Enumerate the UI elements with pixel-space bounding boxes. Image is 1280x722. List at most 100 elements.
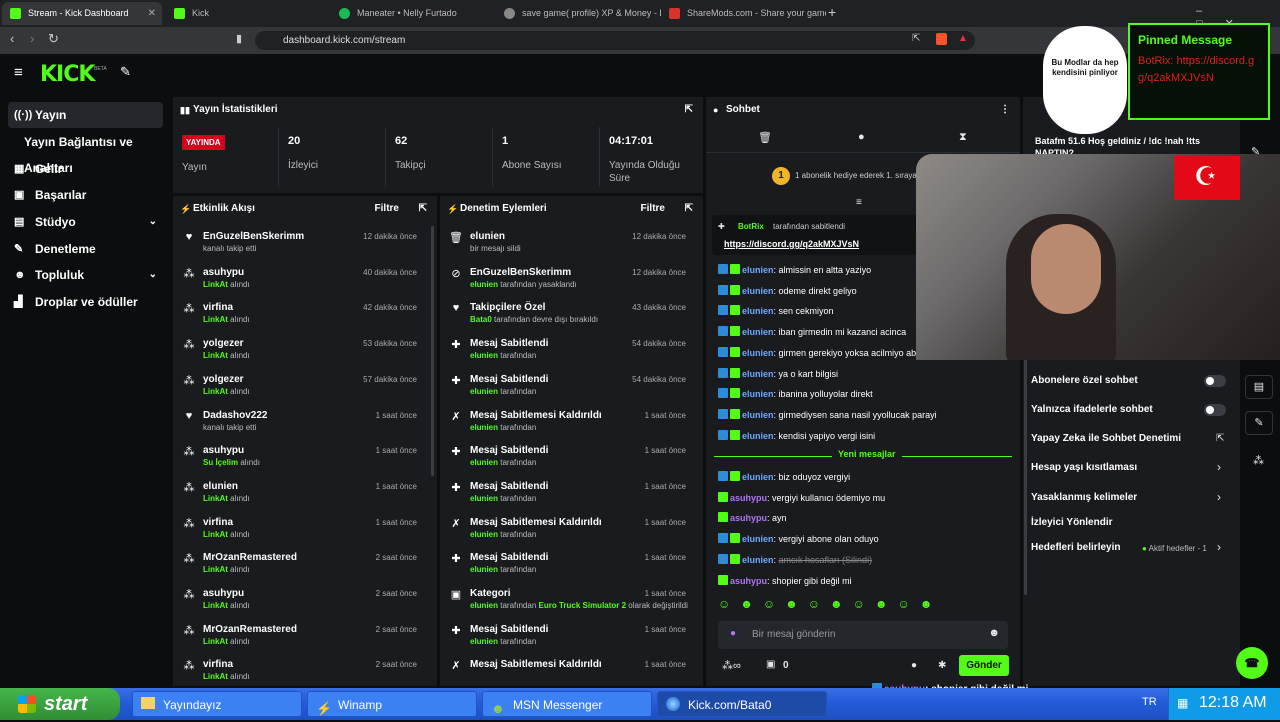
list-item[interactable]: ⁂ elunien LinkAt alındı 1 saat önce (173, 477, 429, 513)
popout-icon[interactable]: ⇱ (685, 196, 693, 222)
list-item[interactable]: ⁂ asuhypu LinkAt alındı 40 dakika önce (173, 263, 429, 299)
bookmark-icon[interactable]: ▮ (236, 32, 242, 45)
list-item[interactable]: ✚ Mesaj Sabitlendi elunien tarafından 1 saa… (440, 620, 698, 656)
tab-kick-dashboard[interactable]: Stream - Kick Dashboard ✕ (2, 2, 162, 25)
tab-kick[interactable]: Kick (166, 2, 331, 25)
collapse-icon[interactable]: ≡ (856, 197, 862, 208)
emoji-icon[interactable]: ☻ (988, 627, 1000, 639)
send-button[interactable]: Gönder (959, 655, 1009, 676)
more-icon[interactable]: ⋮ (1000, 97, 1010, 123)
close-tab-icon[interactable]: ✕ (148, 2, 156, 25)
new-tab-icon[interactable]: + (828, 4, 836, 20)
chat-message[interactable]: elunien: almissin en altta yaziyo (718, 260, 871, 280)
list-item[interactable]: ⁂ asuhypu LinkAt alındı 2 saat önce (173, 584, 429, 620)
chat-username[interactable]: elunien (742, 348, 774, 358)
list-item[interactable]: ✗ Mesaj Sabitlemesi Kaldırıldı 1 saat önce (440, 655, 698, 686)
wrench-icon[interactable]: ✎ (1245, 411, 1273, 435)
taskbar-item-msn[interactable]: ☻ MSN Messenger (482, 691, 652, 717)
list-item[interactable]: ⁂ yolgezer LinkAt alındı 53 dakika önce (173, 334, 429, 370)
external-link-icon[interactable]: ⇱ (1216, 433, 1224, 444)
sidebar-item-basarilar[interactable]: ▣ Başarılar (8, 182, 163, 208)
list-item[interactable]: ✗ Mesaj Sabitlemesi Kaldırıldı elunien tar… (440, 513, 698, 549)
list-item[interactable]: ✚ Mesaj Sabitlendi elunien tarafından 1 saa… (440, 441, 698, 477)
brave-shield-icon[interactable] (936, 33, 947, 45)
hourglass-icon[interactable]: ⧗ (959, 131, 967, 144)
chat-username[interactable]: elunien (742, 265, 774, 275)
list-item[interactable]: ⁂ yolgezer LinkAt alındı 57 dakika önce (173, 370, 429, 406)
chat-bubble-icon[interactable]: ● (858, 131, 865, 143)
chat-username[interactable]: elunien (742, 306, 774, 316)
chat-message[interactable]: elunien: iban girmedin mi kazanci acinca (718, 322, 906, 342)
chat-message[interactable]: elunien: kendisi yapiyo vergi isini (718, 426, 875, 446)
sidebar-item-yayin[interactable]: ((·)) Yayın (8, 102, 163, 128)
list-item[interactable]: ⁂ MrOzanRemastered LinkAt alındı 2 saat önc… (173, 620, 429, 656)
sidebar-item-topluluk[interactable]: ☻ Topluluk ⌄ (8, 262, 163, 288)
sidebar-item-droplar[interactable]: ▟ Droplar ve ödüller (8, 289, 163, 315)
chat-message[interactable]: elunien: odeme direkt geliyo (718, 281, 857, 301)
chat-message[interactable]: elunien: ya o kart bilgisi (718, 364, 838, 384)
chat-message[interactable]: elunien: amcık hosafları (Silindi) (718, 550, 872, 570)
chat-username[interactable]: elunien (742, 286, 774, 296)
list-item[interactable]: ✚ Mesaj Sabitlendi elunien tarafından 1 saa… (440, 477, 698, 513)
list-item[interactable]: ⁂ MrOzanRemastered LinkAt alındı 2 saat önc… (173, 548, 429, 584)
back-icon[interactable]: ‹ (10, 31, 14, 46)
list-item[interactable]: ♥ Takipçilere Özel Bata0 tarafından devre … (440, 298, 698, 334)
pinned-link[interactable]: https://discord.gg/q2akMXJVsN (724, 239, 859, 249)
new-messages-divider[interactable]: Yeni mesajlar (714, 449, 1012, 463)
filter-button[interactable]: Filtre (641, 196, 665, 222)
scrollbar[interactable] (431, 226, 434, 476)
chat-message[interactable]: asuhypu: ayn (718, 508, 787, 528)
mic-icon[interactable]: ● (730, 628, 736, 639)
chat-message[interactable]: elunien: ibanina yolluyolar direkt (718, 384, 873, 404)
popout-icon[interactable]: ⇱ (419, 196, 427, 222)
taskbar-item-yayindayiz[interactable]: Yayındayız (132, 691, 302, 717)
network-icon[interactable]: ▦ (1177, 696, 1188, 710)
chat-username[interactable]: elunien (742, 431, 774, 441)
chat-username[interactable]: asuhypu (730, 513, 767, 523)
chat-username[interactable]: asuhypu (730, 576, 767, 586)
chat-message[interactable]: asuhypu: vergiyi kullanıcı ödemiyo mu (718, 488, 885, 508)
setting-account-age[interactable]: Hesap yaşı kısıtlaması (1031, 458, 1137, 478)
filter-button[interactable]: Filtre (375, 196, 399, 222)
chat-message[interactable]: asuhypu: shopier gibi değil mi (718, 571, 852, 591)
gear-icon[interactable]: ✱ (938, 660, 946, 671)
forward-icon[interactable]: › (30, 31, 34, 46)
tab-spotify[interactable]: Maneater • Nelly Furtado (331, 2, 496, 25)
chat-message[interactable]: elunien: girmediysen sana nasil yyolluca… (718, 405, 937, 425)
language-indicator[interactable]: TR (1142, 696, 1157, 708)
chevron-right-icon[interactable]: › (1217, 460, 1221, 474)
list-item[interactable]: ⁂ virfina LinkAt alındı 2 saat önce (173, 655, 429, 686)
chat-message[interactable]: elunien: biz oduyoz vergiyi (718, 467, 850, 487)
list-item[interactable]: 🗑 elunien bir mesajı sildi 12 dakika önce (440, 227, 698, 263)
help-icon[interactable]: ☎ (1236, 647, 1268, 679)
chat-username[interactable]: elunien (742, 389, 774, 399)
tab-save-game[interactable]: save game( profile) XP & Money - ET (496, 2, 661, 25)
chat-username[interactable]: elunien (742, 472, 774, 482)
list-item[interactable]: ✚ Mesaj Sabitlendi elunien tarafından 1 saa… (440, 548, 698, 584)
sidebar-item-stream-key[interactable]: Yayın Bağlantısı ve Anahtarı (8, 129, 173, 175)
menu-icon[interactable]: ≡ (14, 64, 23, 81)
chat-input-box[interactable]: ● Bir mesaj gönderin ☻ (718, 621, 1008, 649)
list-item[interactable]: ✚ Mesaj Sabitlendi elunien tarafından 54 da… (440, 334, 698, 370)
chat-username[interactable]: elunien (742, 327, 774, 337)
list-item[interactable]: ♥ Dadashov222 kanalı takip etti 1 saat önce (173, 406, 429, 442)
subscribers-only-toggle[interactable] (1204, 375, 1226, 387)
setting-ai-moderation[interactable]: Yapay Zeka ile Sohbet Denetimi (1031, 429, 1181, 449)
emote-bar[interactable]: ☺☻☺☻☺☻☺☻☺☻ (718, 597, 1008, 615)
taskbar-item-winamp[interactable]: ⚡ Winamp (307, 691, 477, 717)
list-item[interactable]: ✚ Mesaj Sabitlendi elunien tarafından 54 da… (440, 370, 698, 406)
rewards-icon[interactable]: ▲ (958, 33, 968, 44)
list-item[interactable]: ⁂ virfina LinkAt alındı 42 dakika önce (173, 298, 429, 334)
popout-icon[interactable]: ⇱ (685, 97, 693, 123)
list-item[interactable]: ✗ Mesaj Sabitlemesi Kaldırıldı elunien tar… (440, 406, 698, 442)
chevron-right-icon[interactable]: › (1217, 540, 1221, 554)
kick-logo[interactable]: KICK (40, 62, 95, 87)
tab-sharemods[interactable]: ShareMods.com - Share your game m (661, 2, 826, 25)
pin-tool-icon[interactable]: ✎ (120, 64, 131, 80)
clock[interactable]: 12:18 AM (1199, 694, 1267, 712)
emote-only-toggle[interactable] (1204, 404, 1226, 416)
setting-goals[interactable]: Hedefleri belirleyin (1031, 538, 1120, 558)
sidebar-item-studyo[interactable]: ▤ Stüdyo ⌄ (8, 209, 163, 235)
list-item[interactable]: ⊘ EnGuzelBenSkerimm elunien tarafından yas… (440, 263, 698, 299)
setting-raid[interactable]: İzleyici Yönlendir (1031, 513, 1113, 533)
